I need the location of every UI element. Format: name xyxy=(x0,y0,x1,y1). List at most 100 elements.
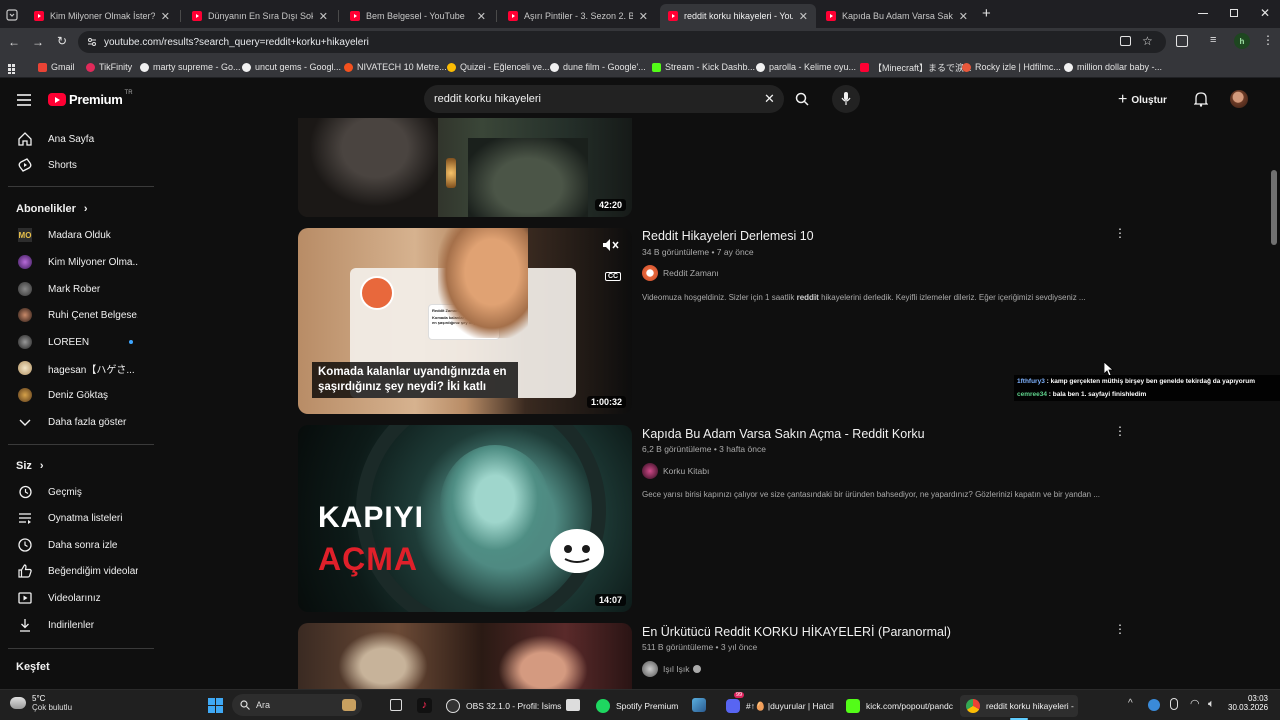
url-bar[interactable]: youtube.com/results?search_query=reddit+… xyxy=(78,31,1166,53)
video-thumbnail[interactable] xyxy=(298,623,632,689)
channel-link[interactable]: Işıl Işık xyxy=(642,661,702,677)
sidebar-item-liked-videos[interactable]: Beğendiğim videolar xyxy=(0,558,154,584)
video-title[interactable]: En Ürkütücü Reddit KORKU HİKAYELERİ (Par… xyxy=(642,625,951,639)
notifications-bell-icon[interactable] xyxy=(1193,91,1209,107)
more-actions-icon[interactable]: ⋮ xyxy=(1114,226,1126,240)
media-control-icon[interactable]: ≡ xyxy=(1210,34,1216,46)
bookmark-tikfinity[interactable]: TikFinity xyxy=(86,60,132,74)
sidebar-item-watch-later[interactable]: Daha sonra izle xyxy=(0,532,154,558)
you-header[interactable]: Siz › xyxy=(16,460,44,472)
volume-icon[interactable]: 🔈︎ xyxy=(1208,698,1215,711)
sidebar-subscription[interactable]: Deniz Göktaş xyxy=(0,382,154,408)
page-scrollbar-thumb[interactable] xyxy=(1271,170,1277,245)
bookmark-youtube[interactable]: 【Minecraft】まるで涙... xyxy=(860,60,972,74)
taskbar-app-discord[interactable]: 99 #↑🥚 |duyurular | Hatcil xyxy=(726,692,834,717)
close-tab-icon[interactable]: ✕ xyxy=(319,10,328,23)
browser-tab[interactable]: Bem Belgesel - YouTube ✕ xyxy=(342,4,494,28)
bookmark-parolla[interactable]: parolla - Kelime oyu... xyxy=(756,60,856,74)
bookmark-gmail[interactable]: Gmail xyxy=(38,60,75,74)
video-thumbnail[interactable]: 42:20 xyxy=(298,118,632,217)
bookmark-quizei[interactable]: Quizei - Eğlenceli ve... xyxy=(447,60,550,74)
sidebar-subscription[interactable]: Ruhi Çenet Belgese... xyxy=(0,302,154,328)
create-button[interactable]: + Oluştur xyxy=(1118,91,1167,109)
tray-app-icon[interactable] xyxy=(1148,699,1160,711)
sidebar-item-playlists[interactable]: Oynatma listeleri xyxy=(0,505,154,531)
close-window-icon[interactable]: ✕ xyxy=(1260,6,1270,20)
browser-tab-active[interactable]: reddit korku hikayeleri - YouTube✕ xyxy=(660,4,816,28)
taskbar-app-spotify[interactable]: Spotify Premium xyxy=(596,695,678,717)
bookmark-google[interactable]: dune film - Google'... xyxy=(550,60,646,74)
close-tab-icon[interactable]: ✕ xyxy=(959,10,968,23)
sidebar-item-history[interactable]: Geçmiş xyxy=(0,479,154,505)
close-tab-icon[interactable]: ✕ xyxy=(477,10,486,23)
tiktok-app-icon[interactable]: ♪ xyxy=(417,698,432,713)
more-actions-icon[interactable]: ⋮ xyxy=(1114,424,1126,438)
sidebar-subscription[interactable]: Mark Rober xyxy=(0,276,154,302)
video-thumbnail[interactable]: Reddit Zamanı Komada kalanlar uyandığını… xyxy=(298,228,632,414)
channel-link[interactable]: Korku Kitabı xyxy=(642,463,709,479)
mute-button[interactable] xyxy=(602,238,624,256)
subscriptions-header[interactable]: Abonelikler › xyxy=(16,203,88,215)
browser-tab[interactable]: Kapıda Bu Adam Varsa Sakın Aç✕ xyxy=(818,4,976,28)
sidebar-subscription[interactable]: hagesan【ハゲさ... xyxy=(0,355,154,381)
youtube-logo[interactable]: Premium TR xyxy=(48,90,133,107)
more-actions-icon[interactable]: ⋮ xyxy=(1114,622,1126,636)
bookmark-hdfilm[interactable]: Rocky izle | Hdfilmc... xyxy=(962,60,1061,74)
browser-tab[interactable]: Dünyanın En Sıra Dışı Sokak Yem✕ xyxy=(184,4,336,28)
sidebar-subscription[interactable]: MO Madara Olduk xyxy=(0,222,154,248)
voice-search-button[interactable] xyxy=(832,85,860,113)
extensions-icon[interactable] xyxy=(1176,35,1188,47)
video-title[interactable]: Reddit Hikayeleri Derlemesi 10 xyxy=(642,229,814,243)
clock[interactable]: 03:03 30.03.2026 xyxy=(1228,694,1268,712)
close-tab-icon[interactable]: ✕ xyxy=(639,10,648,23)
taskbar-app-obs[interactable]: OBS 32.1.0 - Profil: İsims xyxy=(446,695,561,717)
search-button[interactable] xyxy=(784,85,820,113)
sidebar-item-downloads[interactable]: İndirilenler xyxy=(0,612,154,638)
forward-icon[interactable]: → xyxy=(32,35,44,49)
wifi-icon[interactable]: ◠ xyxy=(1190,697,1200,710)
sidebar-item-your-videos[interactable]: Videolarınız xyxy=(0,585,154,611)
browser-tab[interactable]: Kim Milyoner Olmak İster? 1. Bö✕ xyxy=(26,4,178,28)
close-tab-icon[interactable]: ✕ xyxy=(799,10,808,23)
video-title[interactable]: Kapıda Bu Adam Varsa Sakın Açma - Reddit… xyxy=(642,427,925,441)
bookmark-google[interactable]: uncut gems - Googl... xyxy=(242,60,341,74)
show-more-button[interactable]: Daha fazla göster xyxy=(0,409,154,435)
tab-search-icon[interactable] xyxy=(6,8,18,21)
channel-link[interactable]: Reddit Zamanı xyxy=(642,265,719,281)
sidebar-subscription[interactable]: LOREEN xyxy=(0,329,154,355)
weather-widget[interactable]: 5°C Çok bulutlu xyxy=(10,694,72,712)
browser-tab[interactable]: Aşırı Pintiler - 3. Sezon 2. Bölüm✕ xyxy=(500,4,656,28)
minimize-icon[interactable] xyxy=(1198,13,1208,14)
task-view-icon[interactable] xyxy=(390,699,402,711)
apps-grid-icon[interactable] xyxy=(8,61,18,74)
close-tab-icon[interactable]: ✕ xyxy=(161,10,170,23)
taskbar-app-kick[interactable]: kick.com/popout/pandc xyxy=(846,695,953,717)
start-button[interactable] xyxy=(208,698,223,713)
bookmark-star-icon[interactable]: ☆ xyxy=(1142,34,1153,48)
sidebar-item-shorts[interactable]: Shorts xyxy=(0,152,154,178)
taskbar-search[interactable]: Ara xyxy=(232,694,362,716)
clear-search-icon[interactable]: ✕ xyxy=(764,91,775,107)
profile-avatar[interactable]: h xyxy=(1234,33,1250,49)
hamburger-menu-icon[interactable] xyxy=(17,93,31,106)
store-app-icon[interactable] xyxy=(566,699,580,711)
bookmark-kick[interactable]: Stream - Kick Dashb... xyxy=(652,60,755,74)
back-icon[interactable]: ← xyxy=(8,35,20,49)
new-tab-button[interactable]: + xyxy=(982,5,991,22)
bookmark-google[interactable]: marty supreme - Go... xyxy=(140,60,241,74)
sidebar-subscription[interactable]: Kim Milyoner Olma... xyxy=(0,249,154,275)
install-app-icon[interactable] xyxy=(1120,36,1131,46)
video-thumbnail[interactable]: KAPIYI AÇMA 14:07 xyxy=(298,425,632,612)
sidebar-item-home[interactable]: Ana Sayfa xyxy=(0,126,154,152)
restore-icon[interactable] xyxy=(1230,9,1238,17)
account-avatar[interactable] xyxy=(1230,90,1248,108)
browser-menu-icon[interactable]: ⋮ xyxy=(1262,33,1274,47)
taskbar-app-chrome[interactable]: reddit korku hikayeleri - xyxy=(960,695,1078,717)
microphone-tray-icon[interactable] xyxy=(1170,698,1178,710)
search-input[interactable]: reddit korku hikayeleri ✕ xyxy=(424,85,784,113)
site-info-icon[interactable] xyxy=(87,37,97,47)
bookmark-nivatech[interactable]: NIVATECH 10 Metre... xyxy=(344,60,447,74)
tray-chevron-icon[interactable]: ^ xyxy=(1128,698,1133,709)
bookmark-google[interactable]: million dollar baby -... xyxy=(1064,60,1162,74)
app-icon[interactable] xyxy=(692,698,706,712)
